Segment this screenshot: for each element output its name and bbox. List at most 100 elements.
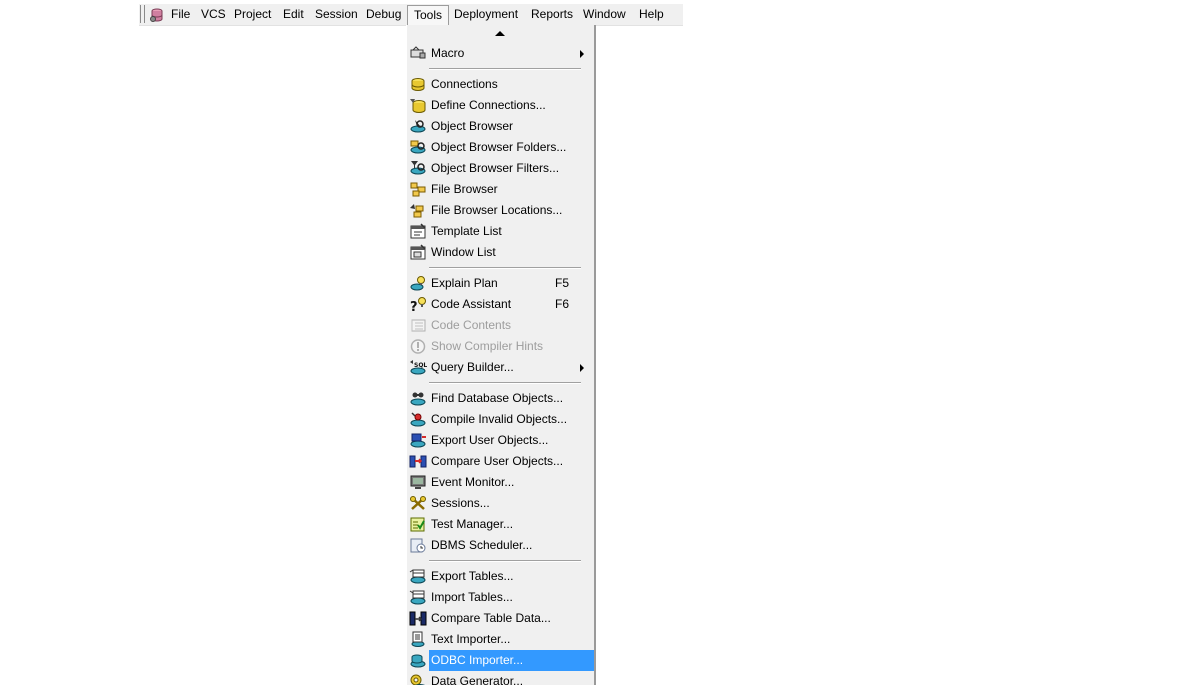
compiler-hints-icon xyxy=(409,338,427,355)
template-list-icon xyxy=(409,223,427,240)
export-tables-icon xyxy=(409,568,427,585)
menu-item-import-tables[interactable]: Import Tables... xyxy=(407,587,594,608)
object-browser-folders-icon xyxy=(409,139,427,156)
data-generator-icon xyxy=(409,673,427,685)
menu-item-sessions[interactable]: Sessions... xyxy=(407,493,594,514)
toolbar-grip-2 xyxy=(144,5,145,23)
menu-item-label: ODBC Importer... xyxy=(431,650,523,671)
compare-user-objects-icon xyxy=(409,453,427,470)
find-objects-icon xyxy=(409,390,427,407)
svg-text:SQL: SQL xyxy=(414,362,427,369)
menu-item-label: Code Assistant xyxy=(431,294,511,315)
file-browser-icon xyxy=(409,181,427,198)
menu-item-label: Query Builder... xyxy=(431,357,514,378)
menu-reports[interactable]: Reports xyxy=(531,5,573,24)
object-browser-filters-icon xyxy=(409,160,427,177)
menu-item-export-user-objects[interactable]: Export User Objects... xyxy=(407,430,594,451)
menu-item-file-browser[interactable]: File Browser xyxy=(407,179,594,200)
menu-item-label: Data Generator... xyxy=(431,671,523,685)
menu-edit[interactable]: Edit xyxy=(283,5,304,24)
compare-table-data-icon xyxy=(409,610,427,627)
compile-invalid-icon xyxy=(409,411,427,428)
menu-item-label: Export Tables... xyxy=(431,566,514,587)
query-builder-icon: SQL xyxy=(409,359,427,376)
submenu-arrow-icon xyxy=(580,364,584,372)
menu-bar: File VCS Project Edit Session Debug Tool… xyxy=(139,4,683,26)
menu-item-compile-invalid-objects[interactable]: Compile Invalid Objects... xyxy=(407,409,594,430)
menu-item-test-manager[interactable]: Test Manager... xyxy=(407,514,594,535)
menu-item-label: Compare Table Data... xyxy=(431,608,551,629)
test-manager-icon xyxy=(409,516,427,533)
menu-item-text-importer[interactable]: Text Importer... xyxy=(407,629,594,650)
code-contents-icon xyxy=(409,317,427,334)
menu-separator xyxy=(429,382,581,384)
file-browser-locations-icon xyxy=(409,202,427,219)
toolbar-grip[interactable] xyxy=(140,5,141,23)
menu-deployment[interactable]: Deployment xyxy=(454,5,518,24)
odbc-importer-icon xyxy=(409,652,427,669)
menu-item-label: File Browser Locations... xyxy=(431,200,562,221)
macro-icon xyxy=(409,45,427,62)
menu-item-compare-user-objects[interactable]: Compare User Objects... xyxy=(407,451,594,472)
menu-item-export-tables[interactable]: Export Tables... xyxy=(407,566,594,587)
menu-item-explain-plan[interactable]: Explain Plan F5 xyxy=(407,273,594,294)
export-user-objects-icon xyxy=(409,432,427,449)
menu-item-find-database-objects[interactable]: Find Database Objects... xyxy=(407,388,594,409)
menu-item-label: Import Tables... xyxy=(431,587,513,608)
menu-item-label: Compare User Objects... xyxy=(431,451,563,472)
menu-item-label: Template List xyxy=(431,221,502,242)
menu-item-macro[interactable]: Macro xyxy=(407,43,594,64)
menu-vcs[interactable]: VCS xyxy=(201,5,226,24)
tools-dropdown-menu: Macro Connections Define Connections... … xyxy=(406,25,596,685)
menu-item-label: Object Browser Folders... xyxy=(431,137,566,158)
menu-item-object-browser-folders[interactable]: Object Browser Folders... xyxy=(407,137,594,158)
code-assistant-icon: ? xyxy=(409,296,427,313)
menu-item-template-list[interactable]: Template List xyxy=(407,221,594,242)
menu-item-odbc-importer[interactable]: ODBC Importer... xyxy=(429,650,594,671)
window-list-icon xyxy=(409,244,427,261)
menu-item-label: Export User Objects... xyxy=(431,430,548,451)
event-monitor-icon xyxy=(409,474,427,491)
connections-icon xyxy=(409,76,427,93)
menu-item-label: File Browser xyxy=(431,179,498,200)
menu-help[interactable]: Help xyxy=(639,5,664,24)
menu-session[interactable]: Session xyxy=(315,5,358,24)
menu-item-window-list[interactable]: Window List xyxy=(407,242,594,263)
menu-separator xyxy=(429,560,581,562)
menu-item-label: Object Browser xyxy=(431,116,513,137)
menu-item-label: Macro xyxy=(431,43,464,64)
menu-item-label: Find Database Objects... xyxy=(431,388,563,409)
menu-item-label: Event Monitor... xyxy=(431,472,514,493)
import-tables-icon xyxy=(409,589,427,606)
menu-item-object-browser-filters[interactable]: Object Browser Filters... xyxy=(407,158,594,179)
app-database-icon[interactable] xyxy=(149,7,165,23)
scroll-up-arrow-icon[interactable] xyxy=(494,29,506,37)
menu-file[interactable]: File xyxy=(171,5,190,24)
menu-item-label: Explain Plan xyxy=(431,273,498,294)
menu-item-label: DBMS Scheduler... xyxy=(431,535,532,556)
sessions-icon xyxy=(409,495,427,512)
menu-tools[interactable]: Tools xyxy=(407,5,449,26)
menu-item-code-contents: Code Contents xyxy=(407,315,594,336)
menu-item-label: Connections xyxy=(431,74,498,95)
menu-item-dbms-scheduler[interactable]: DBMS Scheduler... xyxy=(407,535,594,556)
menu-item-file-browser-locations[interactable]: File Browser Locations... xyxy=(407,200,594,221)
menu-item-label: Code Contents xyxy=(431,315,511,336)
menu-item-label: Sessions... xyxy=(431,493,490,514)
menu-item-label: Define Connections... xyxy=(431,95,546,116)
menu-item-connections[interactable]: Connections xyxy=(407,74,594,95)
menu-item-show-compiler-hints: Show Compiler Hints xyxy=(407,336,594,357)
menu-item-object-browser[interactable]: Object Browser xyxy=(407,116,594,137)
menu-item-code-assistant[interactable]: ? Code Assistant F6 xyxy=(407,294,594,315)
submenu-arrow-icon xyxy=(580,50,584,58)
menu-item-define-connections[interactable]: Define Connections... xyxy=(407,95,594,116)
menu-item-query-builder[interactable]: SQL Query Builder... xyxy=(407,357,594,378)
menu-item-data-generator[interactable]: Data Generator... xyxy=(407,671,594,685)
menu-debug[interactable]: Debug xyxy=(366,5,401,24)
shortcut-label: F5 xyxy=(555,273,569,294)
menu-project[interactable]: Project xyxy=(234,5,271,24)
menu-item-event-monitor[interactable]: Event Monitor... xyxy=(407,472,594,493)
menu-separator xyxy=(429,267,581,269)
menu-window[interactable]: Window xyxy=(583,5,626,24)
menu-item-compare-table-data[interactable]: Compare Table Data... xyxy=(407,608,594,629)
